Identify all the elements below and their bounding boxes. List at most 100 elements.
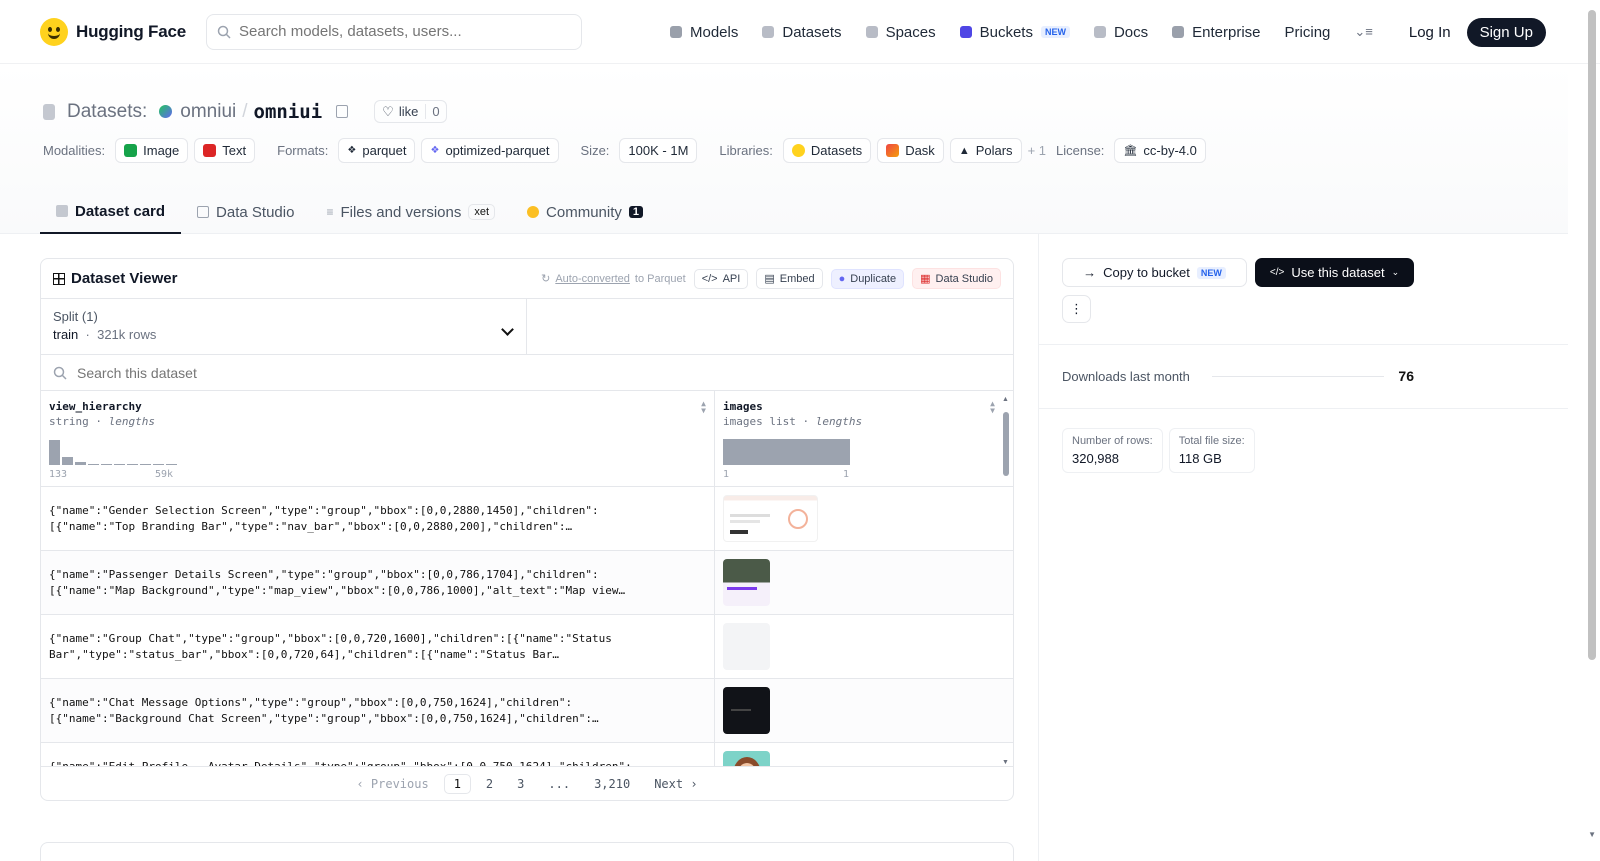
table-row[interactable]: {"name":"Group Chat","type":"group","bbo… — [41, 615, 1013, 679]
duplicate-button[interactable]: ● Duplicate — [830, 268, 905, 289]
tab-files-versions[interactable]: ≡ Files and versions xet — [310, 190, 511, 234]
scroll-up-icon[interactable]: ▲ — [1002, 396, 1009, 403]
sort-icon[interactable]: ▲ ▼ — [990, 400, 995, 415]
table-row[interactable]: {"name":"Gender Selection Screen","type"… — [41, 487, 1013, 551]
cell-line: {"name":"Gender Selection Screen","type"… — [49, 504, 599, 517]
format-parquet-chip[interactable]: ❖ parquet — [338, 138, 416, 163]
scroll-down-icon[interactable]: ▼ — [1002, 759, 1009, 766]
use-dataset-button[interactable]: </> Use this dataset ⌄ — [1255, 258, 1414, 287]
more-options-button[interactable]: ⋮ — [1062, 295, 1091, 323]
dataset-search-input[interactable] — [77, 364, 477, 381]
top-nav: Hugging Face Models Datasets Spaces Buck… — [0, 0, 1600, 64]
login-link[interactable]: Log In — [1409, 24, 1451, 41]
last-page-button[interactable]: 3,210 — [585, 775, 639, 793]
nav-enterprise[interactable]: Enterprise — [1172, 24, 1261, 41]
tab-data-studio[interactable]: Data Studio — [181, 190, 310, 234]
like-label: like — [398, 104, 419, 119]
table-row[interactable]: {"name":"Chat Message Options","type":"g… — [41, 679, 1013, 743]
copy-to-bucket-button[interactable]: → Copy to bucket NEW — [1062, 258, 1247, 287]
column-view-hierarchy[interactable]: view_hierarchy string · lengths ▲ ▼ 133 5… — [41, 391, 715, 486]
screenshot-thumbnail[interactable] — [723, 751, 770, 767]
view-hierarchy-cell[interactable]: {"name":"Edit Profile - Avatar Details",… — [41, 743, 715, 767]
embed-button[interactable]: ▤ Embed — [756, 268, 823, 289]
screenshot-thumbnail[interactable] — [723, 623, 770, 670]
nav-pricing-label: Pricing — [1284, 23, 1331, 41]
nav-buckets[interactable]: Buckets NEW — [959, 24, 1070, 41]
repo-title: Datasets: omniui / omniui ♡ like 0 — [43, 100, 447, 123]
brand-logo[interactable]: Hugging Face — [40, 17, 202, 46]
screenshot-thumbnail[interactable] — [723, 495, 818, 542]
modality-text-chip[interactable]: Text — [194, 138, 256, 163]
text-modality-icon — [203, 144, 217, 157]
signup-button[interactable]: Sign Up — [1466, 17, 1546, 47]
next-page-button[interactable]: Next › — [645, 775, 706, 793]
repo-type-label: Datasets: — [67, 100, 148, 122]
tab-dataset-card[interactable]: Dataset card — [40, 190, 182, 234]
table-row[interactable]: {"name":"Passenger Details Screen","type… — [41, 551, 1013, 615]
api-button[interactable]: </> API — [693, 268, 749, 289]
like-button[interactable]: ♡ like 0 — [374, 100, 447, 123]
split-selector[interactable]: Split (1) train · 321k rows — [41, 299, 527, 354]
viewer-scrollbar[interactable]: ▲ ▼ — [1002, 396, 1010, 766]
repo-name-link[interactable]: omniui — [254, 101, 323, 123]
repo-org-link[interactable]: omniui — [180, 101, 236, 123]
nav-spaces[interactable]: Spaces — [865, 24, 936, 41]
split-name: train — [53, 327, 79, 342]
prev-page-button[interactable]: ‹ Previous — [347, 775, 437, 793]
dataset-search[interactable] — [41, 355, 1013, 391]
histogram-bar — [62, 457, 73, 465]
page-scrollbar[interactable] — [1588, 10, 1596, 660]
nav-pricing[interactable]: Pricing — [1285, 24, 1331, 41]
page-2-button[interactable]: 2 — [477, 775, 502, 793]
scrollbar-thumb[interactable] — [1003, 412, 1009, 476]
screenshot-thumbnail[interactable] — [723, 687, 770, 734]
histogram-bar — [114, 464, 125, 465]
modality-image-chip[interactable]: Image — [115, 138, 189, 163]
format-optimized-parquet-chip[interactable]: ❖ optimized-parquet — [421, 138, 559, 163]
split-selector-row: Split (1) train · 321k rows — [41, 299, 1013, 355]
community-count-badge: 1 — [628, 206, 644, 218]
histogram-bar — [88, 464, 99, 465]
sort-icon[interactable]: ▲ ▼ — [701, 400, 706, 415]
view-hierarchy-cell[interactable]: {"name":"Gender Selection Screen","type"… — [41, 487, 715, 550]
images-histogram-bar — [723, 439, 850, 465]
screenshot-thumbnail[interactable] — [723, 559, 770, 606]
hist-min: 133 — [49, 469, 68, 480]
nav-datasets[interactable]: Datasets — [762, 24, 842, 41]
menu-icon[interactable]: ⌄≡ — [1354, 24, 1372, 40]
library-datasets-chip[interactable]: Datasets — [782, 138, 872, 163]
view-hierarchy-cell[interactable]: {"name":"Group Chat","type":"group","bbo… — [41, 615, 715, 678]
library-datasets-label: Datasets — [810, 143, 863, 158]
auto-converted-link[interactable]: Auto-converted — [555, 273, 630, 285]
library-dask-chip[interactable]: Dask — [877, 138, 944, 163]
column-type: string — [49, 415, 89, 428]
view-hierarchy-cell[interactable]: {"name":"Chat Message Options","type":"g… — [41, 679, 715, 742]
heart-icon: ♡ — [382, 103, 394, 119]
split-rows: 321k rows — [97, 327, 157, 342]
tab-community[interactable]: Community 1 — [511, 190, 659, 234]
size-chip[interactable]: 100K - 1M — [619, 138, 698, 163]
scroll-down-icon[interactable]: ▼ — [1588, 830, 1596, 839]
library-dask-label: Dask — [905, 143, 935, 158]
library-polars-chip[interactable]: ▲ Polars — [949, 138, 1022, 163]
formats-label: Formats: — [277, 143, 329, 158]
license-chip[interactable]: 🏛 cc-by-4.0 — [1114, 138, 1206, 163]
page-1-button[interactable]: 1 — [443, 773, 471, 794]
table-row[interactable]: {"name":"Edit Profile - Avatar Details",… — [41, 743, 1013, 767]
data-studio-button[interactable]: ▦ Data Studio — [912, 268, 1001, 289]
prev-label: Previous — [370, 776, 429, 791]
page-3-button[interactable]: 3 — [508, 775, 533, 793]
nav-models[interactable]: Models — [670, 24, 738, 41]
view-hierarchy-cell[interactable]: {"name":"Passenger Details Screen","type… — [41, 551, 715, 614]
libraries-more[interactable]: + 1 — [1028, 143, 1046, 158]
chevron-down-icon: ⌄ — [1391, 267, 1400, 277]
global-search[interactable] — [206, 13, 582, 50]
tab-dataset-card-label: Dataset card — [75, 202, 166, 220]
copy-icon[interactable] — [336, 105, 349, 118]
tab-files-label: Files and versions — [340, 203, 462, 221]
global-search-input[interactable] — [239, 23, 559, 40]
dask-icon — [886, 144, 900, 157]
column-images[interactable]: images images list · lengths ▲ ▼ 1 1 — [715, 391, 1003, 486]
dataset-viewer: Dataset Viewer ↻ Auto-converted to Parquet… — [40, 258, 1014, 801]
nav-docs[interactable]: Docs — [1093, 24, 1148, 41]
